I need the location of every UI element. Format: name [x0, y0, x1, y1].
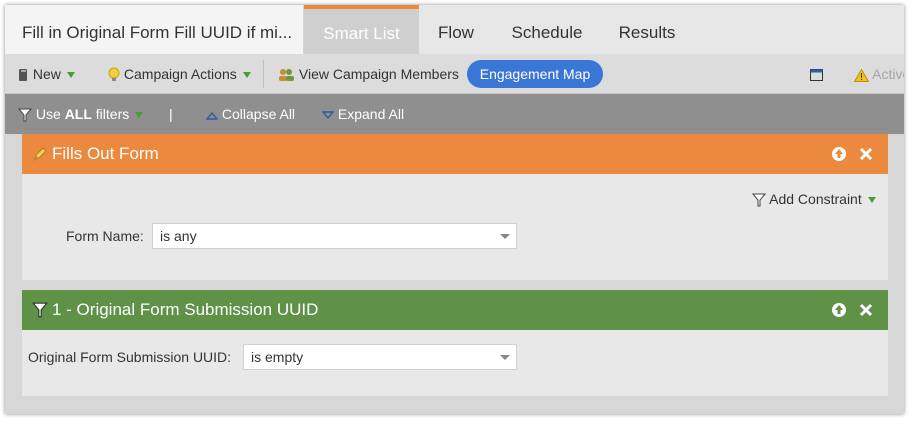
filter-funnel-icon — [752, 193, 766, 207]
filter-bar: Use ALL filters | Collapse All Expand Al… — [5, 94, 904, 134]
view-campaign-members-label: View Campaign Members — [298, 66, 459, 82]
move-up-icon[interactable] — [831, 146, 847, 162]
campaign-actions-label: Campaign Actions — [123, 66, 237, 82]
filter-original-form-submission-uuid: 1 - Original Form Submission UUID Origin… — [22, 290, 888, 396]
use-bold: ALL — [64, 106, 92, 122]
window-icon — [810, 69, 823, 82]
active-label: Active — [872, 66, 904, 82]
engagement-map-button[interactable]: Engagement Map — [467, 60, 603, 88]
filter-header[interactable]: Fills Out Form — [22, 134, 888, 174]
tab-bar: Fill in Original Form Fill UUID if mi...… — [5, 5, 904, 54]
active-status: Active — [854, 54, 904, 94]
dropdown-arrow-icon — [135, 112, 144, 118]
campaign-actions-button[interactable]: Campaign Actions — [108, 54, 251, 94]
tab-smart-list[interactable]: Smart List — [304, 5, 419, 54]
filter-funnel-icon — [18, 108, 32, 122]
window-toggle-button[interactable] — [810, 54, 823, 94]
close-icon[interactable] — [858, 146, 874, 162]
collapse-up-icon — [206, 111, 218, 120]
use-all-filters-button[interactable]: Use ALL filters — [18, 94, 144, 134]
filter-title: Fills Out Form — [52, 144, 159, 163]
use-prefix: Use — [35, 106, 65, 122]
move-up-icon[interactable] — [831, 302, 847, 318]
filter-title: 1 - Original Form Submission UUID — [52, 300, 319, 319]
people-icon — [279, 69, 294, 82]
filter-header[interactable]: 1 - Original Form Submission UUID — [22, 290, 888, 330]
form-name-select[interactable]: is any — [152, 223, 517, 249]
expand-all-label: Expand All — [337, 106, 405, 122]
tab-results[interactable]: Results — [601, 5, 693, 54]
tab-campaign-title[interactable]: Fill in Original Form Fill UUID if mi... — [5, 5, 304, 54]
form-pencil-icon — [33, 147, 47, 161]
toolbar-divider — [263, 60, 264, 88]
tab-schedule[interactable]: Schedule — [493, 5, 601, 54]
filter-separator: | — [169, 106, 173, 122]
expand-all-button[interactable]: Expand All — [322, 94, 404, 134]
close-icon[interactable] — [858, 302, 874, 318]
add-constraint-label: Add Constraint — [769, 191, 862, 207]
lightbulb-icon — [108, 67, 120, 82]
smart-list-canvas: Fills Out Form Add Constraint Form Name:… — [5, 134, 904, 414]
dropdown-arrow-icon — [242, 72, 251, 78]
view-campaign-members-button[interactable]: View Campaign Members — [278, 54, 459, 94]
new-label: New — [32, 66, 61, 82]
add-constraint-button[interactable]: Add Constraint — [752, 191, 876, 207]
uuid-operator-select[interactable]: is empty — [243, 344, 517, 370]
chevron-down-icon — [500, 355, 510, 360]
dropdown-arrow-icon — [66, 72, 75, 78]
use-suffix: filters — [91, 106, 130, 122]
uuid-field-label: Original Form Submission UUID: — [28, 349, 232, 365]
toolbar: New Campaign Actions View Campaign Membe… — [5, 54, 904, 94]
expand-down-icon — [322, 111, 334, 119]
new-icon — [19, 69, 27, 82]
chevron-down-icon — [500, 234, 510, 239]
uuid-operator-value: is empty — [251, 349, 304, 365]
form-name-value: is any — [160, 228, 197, 244]
warning-icon — [854, 68, 869, 82]
form-name-label: Form Name: — [66, 228, 144, 244]
filter-fills-out-form: Fills Out Form Add Constraint Form Name:… — [22, 134, 888, 280]
filter-funnel-icon — [32, 302, 48, 318]
collapse-all-button[interactable]: Collapse All — [206, 94, 295, 134]
collapse-all-label: Collapse All — [221, 106, 296, 122]
new-button[interactable]: New — [18, 54, 75, 94]
app-window: Fill in Original Form Fill UUID if mi...… — [5, 5, 904, 414]
dropdown-arrow-icon — [867, 197, 876, 203]
tab-flow[interactable]: Flow — [419, 5, 493, 54]
